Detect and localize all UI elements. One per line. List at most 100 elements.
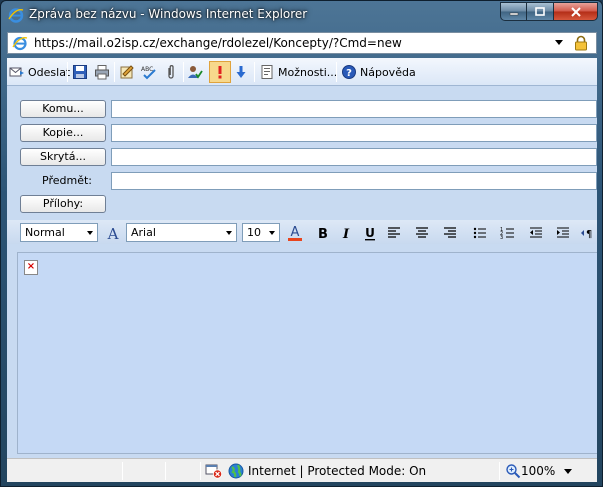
- save-icon: [73, 65, 87, 79]
- attachments-button[interactable]: Přílohy:: [20, 195, 106, 213]
- importance-low-button[interactable]: [233, 61, 249, 83]
- help-button[interactable]: ? Nápověda: [341, 61, 416, 83]
- svg-text:A: A: [291, 225, 300, 240]
- toolbar-separator: [67, 62, 68, 82]
- status-separator: [200, 462, 201, 480]
- svg-text:I: I: [342, 227, 350, 241]
- status-bar: Internet | Protected Mode: On 100%: [7, 458, 597, 482]
- options-button[interactable]: Možnosti...: [259, 61, 337, 83]
- zoom-level[interactable]: 100%: [521, 464, 555, 478]
- recipient-check-icon: [188, 66, 203, 79]
- options-label: Možnosti...: [278, 65, 338, 79]
- send-label: Odeslat: [28, 65, 71, 79]
- maximize-icon: [535, 6, 545, 16]
- save-button[interactable]: [72, 61, 88, 83]
- bcc-button[interactable]: Skrytá...: [20, 148, 106, 166]
- zoom-dropdown-icon[interactable]: [564, 469, 572, 474]
- font-family-select[interactable]: Arial: [126, 223, 237, 242]
- window-title: Zpráva bez názvu - Windows Internet Expl…: [29, 7, 308, 21]
- toolbar-separator: [183, 62, 184, 82]
- address-bar[interactable]: https://mail.o2isp.cz/exchange/rdolezel/…: [7, 32, 597, 54]
- font-size-value: 10: [247, 226, 261, 239]
- bullet-list-button[interactable]: [471, 224, 489, 242]
- spelling-button[interactable]: ABC: [141, 61, 157, 83]
- toolbar-separator: [114, 62, 115, 82]
- close-icon: [570, 6, 581, 17]
- importance-high-button[interactable]: [209, 61, 231, 83]
- popup-blocked-icon[interactable]: [205, 463, 223, 479]
- chevron-down-icon: [269, 231, 275, 235]
- font-size-select[interactable]: 10: [242, 223, 280, 242]
- numbered-list-icon: 123: [500, 227, 514, 241]
- print-icon: [95, 65, 109, 80]
- svg-text:ABC: ABC: [141, 66, 153, 73]
- paperclip-icon: [168, 65, 174, 79]
- ie-window: Zpráva bez názvu - Windows Internet Expl…: [0, 0, 603, 487]
- paragraph-style-select[interactable]: Normal: [20, 223, 98, 242]
- font-face-icon: A: [107, 225, 119, 241]
- svg-text:U: U: [365, 226, 375, 240]
- underline-button[interactable]: U: [361, 224, 379, 242]
- zoom-icon: [506, 464, 521, 479]
- message-body-editor[interactable]: ×: [17, 252, 597, 454]
- check-names-button[interactable]: [119, 61, 135, 83]
- lock-icon[interactable]: [573, 35, 589, 51]
- align-left-button[interactable]: [385, 224, 403, 242]
- bold-icon: B: [318, 227, 328, 241]
- paragraph-direction-icon: ¶: [581, 229, 592, 240]
- to-input[interactable]: [111, 100, 597, 118]
- text-direction-button[interactable]: ¶: [580, 224, 597, 242]
- close-button[interactable]: [554, 2, 598, 21]
- font-size-increase-button[interactable]: A: [104, 224, 122, 242]
- maximize-button[interactable]: [527, 2, 554, 21]
- align-center-icon: [416, 227, 428, 238]
- globe-icon: [228, 463, 244, 479]
- check-recipients-button[interactable]: [187, 61, 203, 83]
- subject-input[interactable]: [111, 172, 597, 190]
- spellcheck-icon: ABC: [141, 66, 156, 80]
- align-right-icon: [444, 227, 456, 238]
- status-separator: [122, 462, 123, 480]
- toolbar-separator: [336, 62, 337, 82]
- italic-button[interactable]: I: [337, 224, 355, 242]
- paragraph-style-value: Normal: [25, 226, 65, 239]
- font-family-value: Arial: [131, 226, 156, 239]
- status-separator: [499, 462, 500, 480]
- formatting-toolbar: Normal A Arial 10 A B I U 1 2 3 ¶: [7, 220, 597, 244]
- minimize-button[interactable]: [500, 2, 527, 21]
- align-right-button[interactable]: [441, 224, 459, 242]
- ie-logo-icon: [8, 8, 24, 23]
- security-zone-text[interactable]: Internet | Protected Mode: On: [248, 464, 426, 478]
- address-dropdown-icon[interactable]: [555, 40, 563, 45]
- address-url[interactable]: https://mail.o2isp.cz/exchange/rdolezel/…: [34, 36, 402, 50]
- bullet-list-icon: [473, 227, 486, 239]
- indent-icon: [557, 227, 569, 238]
- cc-input[interactable]: [111, 124, 597, 142]
- align-center-button[interactable]: [413, 224, 431, 242]
- italic-icon: I: [342, 227, 350, 241]
- cc-button[interactable]: Kopie...: [20, 124, 106, 142]
- title-bar[interactable]: Zpráva bez názvu - Windows Internet Expl…: [1, 1, 602, 29]
- client-area: Odeslat ABC Možnosti... ? Nápověda Komu.…: [7, 58, 597, 482]
- bold-button[interactable]: B: [314, 224, 332, 242]
- send-icon: [9, 67, 24, 77]
- ie-page-icon: [12, 36, 28, 51]
- options-icon: [261, 65, 273, 79]
- arrow-down-icon: [236, 66, 246, 78]
- send-button[interactable]: Odeslat: [9, 61, 70, 83]
- chevron-down-icon: [87, 231, 93, 235]
- font-color-button[interactable]: A: [286, 224, 304, 242]
- indent-button[interactable]: [554, 224, 572, 242]
- underline-icon: U: [365, 226, 375, 241]
- svg-text:A: A: [107, 225, 119, 241]
- outdent-button[interactable]: [527, 224, 545, 242]
- bcc-input[interactable]: [111, 148, 597, 166]
- address-book-icon: [120, 65, 134, 79]
- numbered-list-button[interactable]: 123: [499, 224, 517, 242]
- chevron-down-icon: [226, 231, 232, 235]
- status-separator: [165, 462, 166, 480]
- attach-button[interactable]: [163, 61, 179, 83]
- subject-label: Předmět:: [42, 174, 92, 187]
- to-button[interactable]: Komu...: [20, 100, 106, 118]
- print-button[interactable]: [94, 61, 110, 83]
